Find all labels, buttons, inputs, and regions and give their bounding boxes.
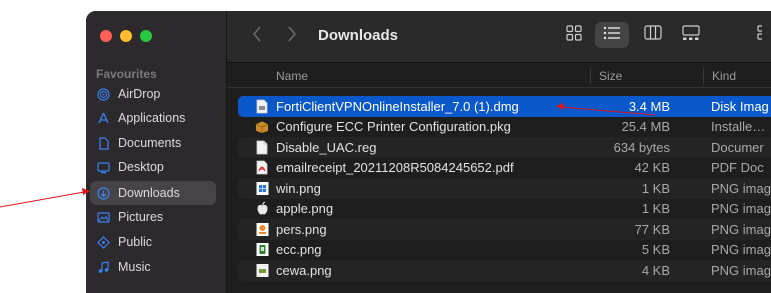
file-kind: PNG imag <box>711 201 771 217</box>
chevron-right-icon <box>287 25 297 47</box>
sidebar-item-desktop[interactable]: Desktop <box>90 155 216 179</box>
public-icon <box>97 235 110 249</box>
pictures-icon <box>97 211 110 224</box>
file-name: Configure ECC Printer Configuration.pkg <box>276 119 511 135</box>
file-row[interactable]: Configure ECC Printer Configuration.pkg … <box>238 117 771 138</box>
file-kind: PNG imag <box>711 221 771 237</box>
back-button[interactable] <box>247 25 267 47</box>
icon-view-button[interactable] <box>557 22 591 48</box>
annotation-arrow-downloads <box>0 188 90 208</box>
icon-view-icon <box>566 24 582 46</box>
file-size: 42 KB <box>634 160 670 176</box>
file-size: 25.4 MB <box>621 119 670 135</box>
sidebar-item-label: Downloads <box>118 186 180 200</box>
file-row[interactable]: cewa.png 4 KB PNG imag <box>238 260 771 281</box>
file-row[interactable]: win.png 1 KB PNG imag <box>238 178 771 199</box>
download-icon <box>97 186 110 200</box>
file-row[interactable]: apple.png 1 KB PNG imag <box>238 199 771 220</box>
main-pane: Downloads Name Size Kind FortiClientVPNO… <box>227 11 771 293</box>
favourites-section-title: Favourites <box>96 67 157 81</box>
sidebar-item-label: Music <box>118 260 151 274</box>
windows-logo-icon <box>255 180 269 196</box>
group-options-button[interactable] <box>741 22 771 48</box>
file-name: apple.png <box>276 201 334 217</box>
file-name: cewa.png <box>276 262 332 278</box>
music-icon <box>97 260 110 274</box>
airdrop-icon <box>97 87 110 101</box>
sidebar-item-downloads[interactable]: Downloads <box>90 181 216 205</box>
document-icon <box>97 136 110 150</box>
column-header-kind[interactable]: Kind <box>704 64 736 88</box>
sidebar-item-documents[interactable]: Documents <box>90 131 216 155</box>
zoom-window-button[interactable] <box>140 30 152 42</box>
sidebar-item-applications[interactable]: Applications <box>90 106 216 130</box>
screenshot-stage: Favourites AirDrop Applications Document… <box>0 0 771 293</box>
finder-window: Favourites AirDrop Applications Document… <box>86 11 771 293</box>
file-size: 4 KB <box>641 262 670 278</box>
file-kind: PDF Doc <box>711 160 764 176</box>
sidebar-item-label: Desktop <box>118 160 164 174</box>
image-file-icon <box>255 242 269 258</box>
file-row[interactable]: ecc.png 5 KB PNG imag <box>238 240 771 261</box>
image-file-icon <box>255 221 269 237</box>
gallery-view-button[interactable] <box>674 22 708 48</box>
package-icon <box>255 119 269 135</box>
sidebar-item-music[interactable]: Music <box>90 255 216 279</box>
file-name: emailreceipt_20211208R5084245652.pdf <box>276 160 514 176</box>
sidebar-item-pictures[interactable]: Pictures <box>90 205 216 229</box>
file-size: 3.4 MB <box>628 98 670 114</box>
toolbar: Downloads <box>227 11 771 63</box>
sidebar-item-public[interactable]: Public <box>90 230 216 254</box>
file-list: FortiClientVPNOnlineInstaller_7.0 (1).dm… <box>227 95 771 293</box>
column-view-icon <box>644 25 662 45</box>
forward-button[interactable] <box>282 25 302 47</box>
file-name: FortiClientVPNOnlineInstaller_7.0 (1).dm… <box>276 98 519 114</box>
file-size: 1 KB <box>641 201 670 217</box>
sidebar-item-label: AirDrop <box>118 87 161 101</box>
apple-logo-icon <box>255 201 269 217</box>
gallery-view-icon <box>682 24 700 46</box>
file-kind: PNG imag <box>711 262 771 278</box>
column-header-size[interactable]: Size <box>591 64 622 88</box>
desktop-icon <box>97 161 110 174</box>
image-file-icon <box>255 262 269 278</box>
file-row[interactable]: Disable_UAC.reg 634 bytes Documer <box>238 137 771 158</box>
sidebar-item-label: Documents <box>118 136 182 150</box>
chevron-left-icon <box>252 25 262 47</box>
file-name: pers.png <box>276 221 327 237</box>
file-name: win.png <box>276 180 321 196</box>
file-row[interactable]: pers.png 77 KB PNG imag <box>238 219 771 240</box>
list-view-button[interactable] <box>595 22 629 48</box>
file-size: 1 KB <box>641 180 670 196</box>
applications-icon <box>97 112 110 125</box>
grid-group-icon <box>750 24 764 46</box>
sidebar-item-label: Public <box>118 235 153 249</box>
sidebar-item-label: Applications <box>118 111 186 125</box>
window-title: Downloads <box>318 27 399 44</box>
file-size: 634 bytes <box>613 139 670 155</box>
close-window-button[interactable] <box>100 30 112 42</box>
list-view-icon <box>603 26 621 45</box>
column-header-name[interactable]: Name <box>268 64 308 88</box>
file-row[interactable]: FortiClientVPNOnlineInstaller_7.0 (1).dm… <box>238 96 771 117</box>
file-kind: Documer <box>711 139 764 155</box>
document-file-icon <box>255 139 269 155</box>
file-name: Disable_UAC.reg <box>276 139 377 155</box>
file-row[interactable]: emailreceipt_20211208R5084245652.pdf 42 … <box>238 158 771 179</box>
sidebar-item-label: Pictures <box>118 210 164 224</box>
file-kind: Installe… <box>711 119 766 135</box>
file-name: ecc.png <box>276 242 322 258</box>
file-size: 77 KB <box>634 221 670 237</box>
sidebar: Favourites AirDrop Applications Document… <box>86 11 227 293</box>
file-size: 5 KB <box>641 242 670 258</box>
sidebar-item-airdrop[interactable]: AirDrop <box>90 82 216 106</box>
file-kind: PNG imag <box>711 242 771 258</box>
dmg-icon <box>255 98 269 114</box>
file-kind: PNG imag <box>711 180 771 196</box>
minimize-window-button[interactable] <box>120 30 132 42</box>
column-header-bar: Name Size Kind <box>227 64 771 88</box>
column-view-button[interactable] <box>636 22 670 48</box>
file-kind: Disk Imag <box>711 98 769 114</box>
pdf-icon <box>255 160 269 176</box>
